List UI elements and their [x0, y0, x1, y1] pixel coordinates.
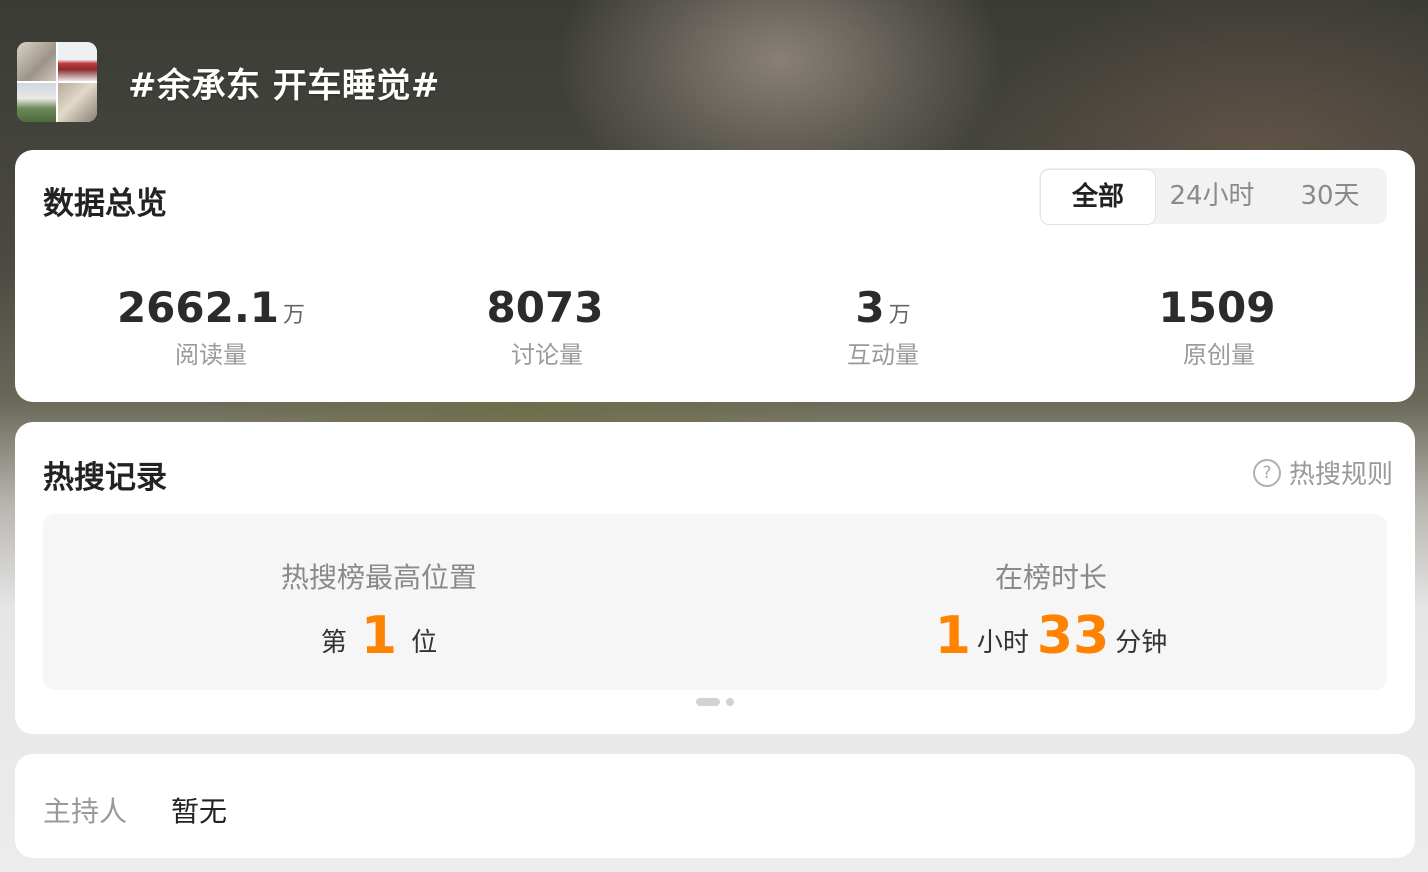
hot-search-record-panel: 热搜榜最高位置 第1位 在榜时长 1 小时 33 分钟	[43, 514, 1387, 690]
data-overview-card: 数据总览 全部 24小时 30天 2662.1 万 阅读量 8073 讨论量 3万…	[15, 150, 1415, 402]
topic-header: #余承东 开车睡觉#	[17, 42, 440, 122]
stat-label: 互动量	[847, 341, 919, 369]
tab-all[interactable]: 全部	[1040, 169, 1156, 225]
stat-interactions: 3万 互动量	[715, 278, 1051, 370]
peak-rank-number: 1	[360, 606, 398, 666]
duration-hours: 1	[934, 606, 971, 666]
topic-title: #余承东 开车睡觉#	[128, 65, 440, 106]
duration-value: 1 小时 33 分钟	[934, 606, 1168, 666]
topic-cover-image[interactable]	[17, 42, 97, 122]
stat-value: 1509	[1158, 283, 1276, 332]
rules-label: 热搜规则	[1288, 460, 1393, 490]
stat-value: 8073	[486, 283, 604, 332]
overview-title: 数据总览	[43, 186, 167, 222]
host-label: 主持人	[43, 795, 128, 828]
stat-value: 2662.1 万	[116, 283, 306, 332]
time-range-tabs: 全部 24小时 30天	[1039, 168, 1387, 225]
on-list-duration: 在榜时长 1 小时 33 分钟	[715, 514, 1387, 690]
hot-search-title: 热搜记录	[43, 460, 167, 496]
stat-reads: 2662.1 万 阅读量	[43, 278, 379, 370]
stat-originals: 1509 原创量	[1051, 278, 1387, 370]
stat-label: 原创量	[1183, 341, 1255, 369]
peak-position-value: 第1位	[320, 606, 438, 666]
question-circle-icon: ?	[1252, 458, 1281, 487]
duration-minutes: 33	[1036, 606, 1110, 666]
stat-label: 讨论量	[511, 341, 583, 369]
peak-position: 热搜榜最高位置 第1位	[43, 514, 715, 690]
stat-unit: 万	[283, 303, 306, 328]
carousel-pagination	[696, 698, 734, 706]
page-indicator-active[interactable]	[696, 698, 720, 706]
cover-tile	[17, 83, 56, 122]
stat-value: 3万	[855, 283, 911, 332]
hot-search-rules-link[interactable]: ? 热搜规则	[1252, 454, 1393, 491]
tab-30d[interactable]: 30天	[1277, 168, 1383, 224]
stat-discussions: 8073 讨论量	[379, 278, 715, 370]
stat-label: 阅读量	[175, 341, 247, 369]
cover-tile	[58, 42, 97, 81]
hot-search-card: 热搜记录 ? 热搜规则 热搜榜最高位置 第1位 在榜时长 1 小时 33 分钟	[15, 422, 1415, 734]
stat-unit: 万	[888, 303, 911, 328]
duration-label: 在榜时长	[994, 561, 1107, 594]
cover-tile	[17, 42, 56, 81]
host-card: 主持人 暂无	[15, 754, 1415, 858]
host-value: 暂无	[171, 795, 228, 828]
tab-24h[interactable]: 24小时	[1157, 168, 1267, 224]
page-indicator[interactable]	[726, 698, 734, 706]
cover-tile	[58, 83, 97, 122]
peak-position-label: 热搜榜最高位置	[280, 561, 477, 594]
